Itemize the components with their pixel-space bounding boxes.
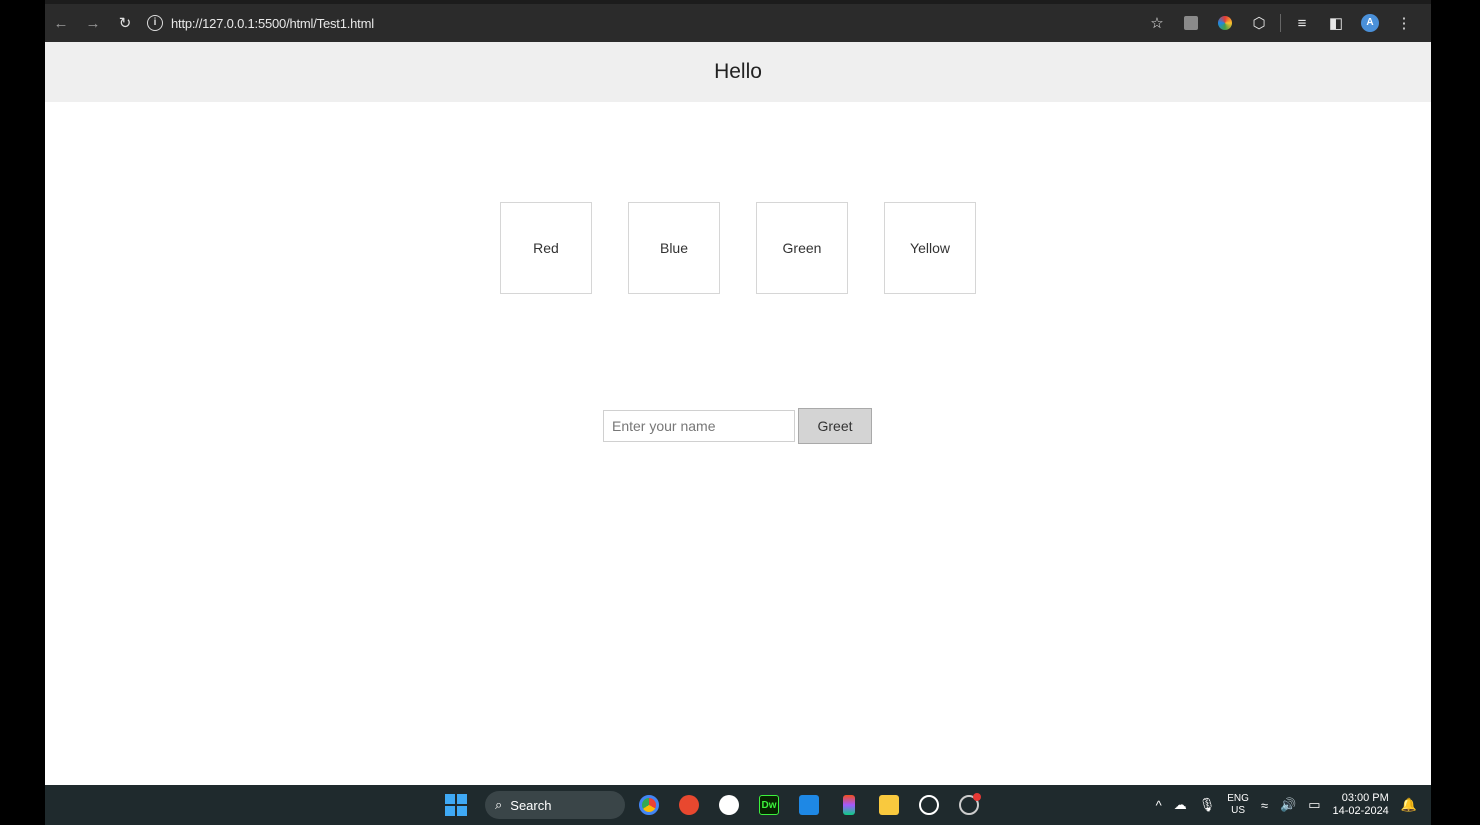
file-explorer-icon[interactable] (873, 789, 905, 821)
site-info-icon[interactable]: i (147, 15, 163, 31)
clock-date: 14-02-2024 (1332, 805, 1389, 817)
extension-icon[interactable] (1174, 8, 1208, 38)
url-text[interactable]: http://127.0.0.1:5500/html/Test1.html (171, 16, 374, 31)
onedrive-cloud-icon[interactable]: ☁ (1174, 797, 1187, 813)
clock-time: 03:00 PM (1341, 792, 1389, 804)
greet-form: Greet (603, 408, 872, 444)
browser-menu-icon[interactable]: ⋮ (1387, 8, 1421, 38)
chevron-up-icon[interactable]: ^ (1156, 798, 1162, 813)
chrome-app-icon[interactable] (633, 789, 665, 821)
reload-icon[interactable]: ↻ (109, 7, 141, 39)
avatar: A (1361, 14, 1379, 32)
microphone-icon[interactable]: 🎙 (1199, 797, 1216, 813)
address-bar[interactable]: i http://127.0.0.1:5500/html/Test1.html (147, 9, 374, 37)
extensions-puzzle-icon[interactable]: ⬡ (1242, 8, 1276, 38)
name-input[interactable] (603, 410, 795, 442)
notification-bell-icon[interactable]: 🔔 (1401, 797, 1417, 813)
search-label: Search (510, 797, 552, 813)
wifi-icon[interactable]: ≈ (1261, 798, 1268, 813)
volume-icon[interactable]: 🔊 (1280, 797, 1296, 813)
vscode-app-icon[interactable] (793, 789, 825, 821)
mongodb-app-icon[interactable] (713, 789, 745, 821)
page-viewport: Hello Red Blue Green Yellow Greet (45, 42, 1431, 785)
browser-toolbar: ← → ↻ i http://127.0.0.1:5500/html/Test1… (45, 0, 1431, 42)
back-icon[interactable]: ← (45, 7, 77, 39)
reading-list-icon[interactable]: ≡ (1285, 8, 1319, 38)
box-red[interactable]: Red (500, 202, 592, 294)
taskbar-search[interactable]: ⌕ Search (485, 791, 625, 819)
windows-start-icon[interactable] (445, 794, 467, 816)
toolbar-divider (1280, 14, 1281, 32)
bookmark-star-icon[interactable]: ☆ (1140, 8, 1174, 38)
dreamweaver-app-icon[interactable]: Dw (753, 789, 785, 821)
search-icon: ⌕ (495, 797, 503, 812)
lang-top: ENG (1227, 793, 1249, 804)
safari-app-icon[interactable] (673, 789, 705, 821)
whatsapp-app-icon[interactable] (913, 789, 945, 821)
language-indicator[interactable]: ENG US (1227, 793, 1249, 817)
color-picker-extension-icon[interactable] (1208, 8, 1242, 38)
battery-icon[interactable]: ▭ (1308, 797, 1320, 813)
side-panel-icon[interactable]: ◧ (1319, 8, 1353, 38)
profile-avatar[interactable]: A (1353, 8, 1387, 38)
toolbar-actions: ☆ ⬡ ≡ ◧ A ⋮ (1140, 8, 1431, 38)
taskbar: ⌕ Search Dw ^ ☁ 🎙 ENG US ≈ 🔊 ▭ 03:00 PM … (45, 785, 1431, 825)
clock[interactable]: 03:00 PM 14-02-2024 (1333, 792, 1389, 818)
greet-button[interactable]: Greet (798, 408, 872, 444)
page-title: Hello (714, 60, 762, 83)
app-with-badge-icon[interactable] (953, 789, 985, 821)
figma-app-icon[interactable] (833, 789, 865, 821)
system-tray: ^ ☁ 🎙 ENG US ≈ 🔊 ▭ 03:00 PM 14-02-2024 🔔 (1156, 785, 1417, 825)
color-boxes: Red Blue Green Yellow (500, 202, 976, 294)
site-header: Hello (45, 42, 1431, 102)
box-green[interactable]: Green (756, 202, 848, 294)
forward-icon[interactable]: → (77, 7, 109, 39)
box-yellow[interactable]: Yellow (884, 202, 976, 294)
taskbar-apps: ⌕ Search Dw (445, 785, 985, 825)
lang-bottom: US (1231, 805, 1246, 816)
box-blue[interactable]: Blue (628, 202, 720, 294)
